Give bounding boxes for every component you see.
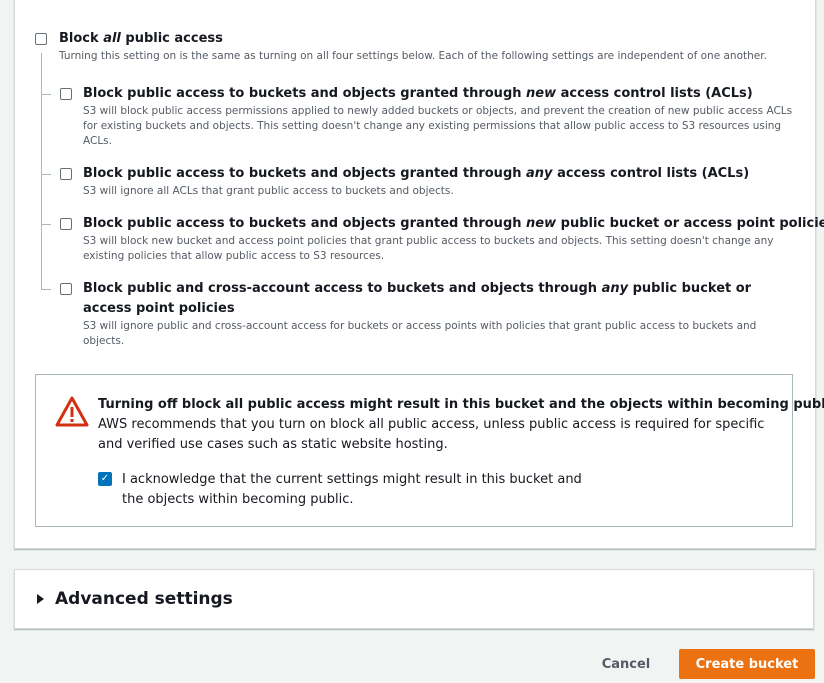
block-any-acls-checkbox[interactable] [60, 168, 72, 180]
tree-branch [41, 289, 51, 290]
caret-right-icon [37, 594, 44, 604]
block-all-title: Block all public access [59, 31, 223, 46]
acknowledge-checkbox[interactable]: ✓ [98, 472, 112, 486]
block-all-checkbox[interactable] [35, 33, 47, 45]
cancel-button[interactable]: Cancel [592, 650, 660, 678]
checkmark-icon: ✓ [100, 473, 110, 484]
block-new-policies-checkbox[interactable] [60, 218, 72, 230]
create-bucket-button[interactable]: Create bucket [679, 649, 815, 679]
block-any-policies-checkbox[interactable] [60, 283, 72, 295]
block-new-policies-description: S3 will block new bucket and access poin… [83, 235, 774, 262]
advanced-settings-title: Advanced settings [55, 589, 233, 609]
block-any-policies-description: S3 will ignore public and cross-account … [83, 320, 757, 347]
block-any-acls-title: Block public access to buckets and objec… [83, 166, 750, 181]
block-new-acls-title: Block public access to buckets and objec… [83, 86, 753, 101]
block-new-policies-title: Block public access to buckets and objec… [83, 216, 824, 231]
tree-connector [41, 53, 42, 290]
warning-triangle-icon [55, 396, 89, 428]
warning-title: Turning off block all public access migh… [98, 397, 824, 412]
acknowledge-label: I acknowledge that the current settings … [122, 472, 582, 507]
warning-description: AWS recommends that you turn on block al… [98, 417, 765, 452]
block-new-acls-checkbox[interactable] [60, 88, 72, 100]
block-new-acls-description: S3 will block public access permissions … [83, 105, 793, 147]
block-all-description: Turning this setting on is the same as t… [59, 50, 767, 62]
advanced-settings-expander[interactable]: Advanced settings [14, 569, 814, 629]
tree-branch [41, 174, 51, 175]
tree-branch [41, 224, 51, 225]
block-any-acls-description: S3 will ignore all ACLs that grant publi… [83, 185, 454, 197]
tree-branch [41, 94, 51, 95]
block-any-policies-title: Block public and cross-account access to… [83, 281, 752, 316]
